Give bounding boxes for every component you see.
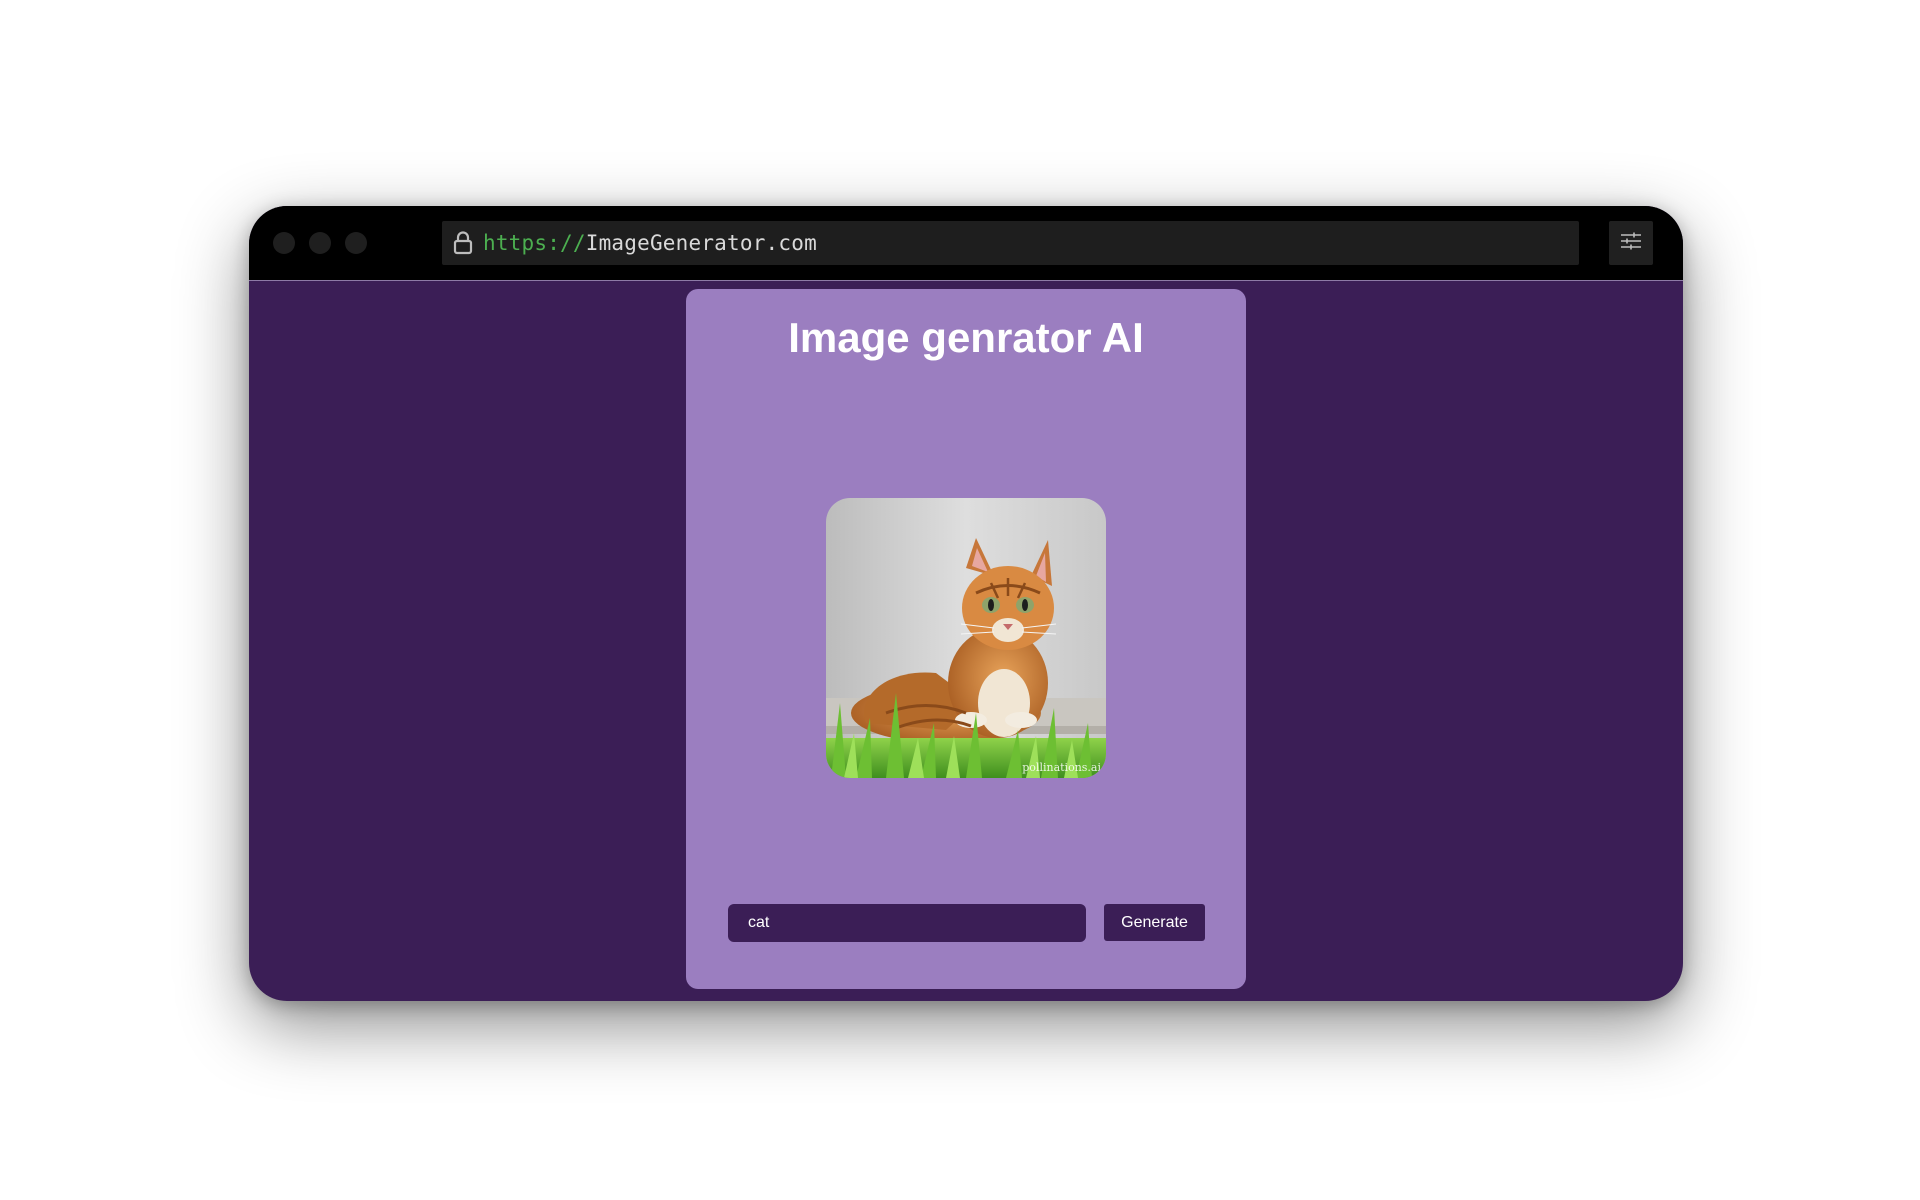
generated-image: pollinations.ai — [826, 498, 1106, 778]
browser-titlebar: https://ImageGenerator.com — [249, 206, 1683, 281]
sliders-icon — [1620, 231, 1642, 256]
page-content: Image genrator AI pollinations.ai cat Ge… — [249, 281, 1683, 1001]
cat-illustration — [826, 498, 1106, 778]
url-protocol: https:// — [483, 231, 586, 255]
window-close-dot[interactable] — [273, 232, 295, 254]
window-maximize-dot[interactable] — [345, 232, 367, 254]
browser-window: https://ImageGenerator.com Image genrato… — [249, 206, 1683, 1001]
generator-card: Image genrator AI pollinations.ai cat Ge… — [686, 289, 1246, 989]
url-host: ImageGenerator.com — [585, 231, 817, 255]
address-url: https://ImageGenerator.com — [483, 231, 817, 255]
lock-icon — [451, 230, 475, 256]
prompt-input[interactable] — [728, 904, 1086, 942]
page-title: Image genrator AI — [788, 314, 1144, 361]
address-bar[interactable]: https://ImageGenerator.com — [442, 221, 1579, 265]
browser-settings-button[interactable] — [1609, 221, 1653, 265]
generate-button[interactable]: Generate — [1104, 904, 1205, 941]
image-watermark: pollinations.ai — [1022, 761, 1101, 774]
window-minimize-dot[interactable] — [309, 232, 331, 254]
